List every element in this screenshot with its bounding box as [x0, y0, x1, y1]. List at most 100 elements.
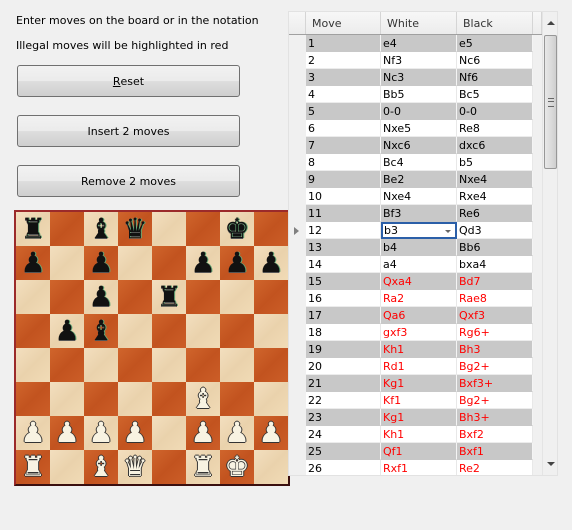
white-pawn-icon[interactable]: ♟	[258, 419, 283, 447]
square-a8[interactable]: ♜	[16, 212, 50, 246]
black-move-cell[interactable]: b5	[457, 154, 533, 171]
white-move-cell[interactable]: Bc4	[381, 154, 457, 171]
move-row[interactable]: 5 0-0 0-0	[289, 103, 542, 120]
row-header[interactable]	[289, 35, 306, 52]
chess-board[interactable]: ♜ ♝ ♛ ♚ ♟ ♟ ♟ ♟ ♟ ♟ ♜ ♟ ♝ ♝ ♟ ♟ ♟ ♟ ♟ ♟ ♟ ♜ ♝ ♛ ♜ ♚	[14, 210, 290, 486]
square-c4[interactable]	[84, 348, 118, 382]
black-move-cell[interactable]: Nc6	[457, 52, 533, 69]
dropdown-arrow-icon[interactable]	[445, 230, 451, 233]
square-a6[interactable]	[16, 280, 50, 314]
insert-moves-button[interactable]: Insert 2 moves	[17, 115, 240, 147]
square-c2[interactable]: ♟	[84, 416, 118, 450]
move-row[interactable]: 21 Kg1 Bxf3+	[289, 375, 542, 392]
square-d6[interactable]	[118, 280, 152, 314]
move-number-cell[interactable]: 24	[306, 426, 381, 443]
black-move-cell[interactable]: dxc6	[457, 137, 533, 154]
white-move-cell[interactable]: Nf3	[381, 52, 457, 69]
square-g7[interactable]: ♟	[220, 246, 254, 280]
black-move-cell[interactable]: Rae8	[457, 290, 533, 307]
scroll-up-arrow-icon[interactable]	[543, 12, 557, 34]
row-header[interactable]	[289, 86, 306, 103]
move-row[interactable]: 20 Rd1 Bg2+	[289, 358, 542, 375]
move-number-cell[interactable]: 1	[306, 35, 381, 52]
black-pawn-icon[interactable]: ♟	[20, 249, 45, 277]
move-row[interactable]: 6 Nxe5 Re8	[289, 120, 542, 137]
move-row[interactable]: 19 Kh1 Bh3	[289, 341, 542, 358]
square-h6[interactable]	[254, 280, 288, 314]
column-header-black[interactable]: Black	[457, 12, 533, 34]
move-number-cell[interactable]: 2	[306, 52, 381, 69]
row-header[interactable]	[289, 154, 306, 171]
row-header[interactable]	[289, 171, 306, 188]
row-header[interactable]	[289, 324, 306, 341]
white-move-cell[interactable]: e4	[381, 35, 457, 52]
move-row[interactable]: 7 Nxc6 dxc6	[289, 137, 542, 154]
black-pawn-icon[interactable]: ♟	[258, 249, 283, 277]
square-f5[interactable]	[186, 314, 220, 348]
square-c3[interactable]	[84, 382, 118, 416]
square-a1[interactable]: ♜	[16, 450, 50, 484]
move-number-cell[interactable]: 18	[306, 324, 381, 341]
black-move-cell[interactable]: Re2	[457, 460, 533, 475]
square-e3[interactable]	[152, 382, 186, 416]
move-row[interactable]: 8 Bc4 b5	[289, 154, 542, 171]
black-pawn-icon[interactable]: ♟	[88, 249, 113, 277]
move-row[interactable]: 18 gxf3 Rg6+	[289, 324, 542, 341]
white-move-cell[interactable]: Qxa4	[381, 273, 457, 290]
black-move-cell[interactable]: bxa4	[457, 256, 533, 273]
white-rook-icon[interactable]: ♜	[20, 453, 45, 481]
square-e6[interactable]: ♜	[152, 280, 186, 314]
square-e1[interactable]	[152, 450, 186, 484]
white-king-icon[interactable]: ♚	[224, 453, 249, 481]
square-b1[interactable]	[50, 450, 84, 484]
black-move-cell[interactable]: Nxe4	[457, 171, 533, 188]
square-e2[interactable]	[152, 416, 186, 450]
black-move-cell[interactable]: Qxf3	[457, 307, 533, 324]
black-move-cell[interactable]: e5	[457, 35, 533, 52]
square-d1[interactable]: ♛	[118, 450, 152, 484]
white-move-cell[interactable]: Rd1	[381, 358, 457, 375]
black-move-cell[interactable]: Re8	[457, 120, 533, 137]
row-header[interactable]	[289, 69, 306, 86]
square-e7[interactable]	[152, 246, 186, 280]
square-f7[interactable]: ♟	[186, 246, 220, 280]
move-number-cell[interactable]: 17	[306, 307, 381, 324]
move-row[interactable]: 1 e4 e5	[289, 35, 542, 52]
black-move-cell[interactable]: Rg6+	[457, 324, 533, 341]
move-row[interactable]: 13 b4 Bb6	[289, 239, 542, 256]
black-king-icon[interactable]: ♚	[224, 215, 249, 243]
white-move-cell[interactable]: Be2	[381, 171, 457, 188]
black-bishop-icon[interactable]: ♝	[88, 317, 113, 345]
square-d3[interactable]	[118, 382, 152, 416]
white-move-cell[interactable]: Ra2	[381, 290, 457, 307]
black-move-cell[interactable]: Bg2+	[457, 392, 533, 409]
square-d4[interactable]	[118, 348, 152, 382]
move-row[interactable]: 24 Kh1 Bxf2	[289, 426, 542, 443]
square-g3[interactable]	[220, 382, 254, 416]
black-move-cell[interactable]: 0-0	[457, 103, 533, 120]
row-header[interactable]	[289, 409, 306, 426]
black-move-cell[interactable]: Bh3	[457, 341, 533, 358]
white-move-cell[interactable]: Qa6	[381, 307, 457, 324]
white-pawn-icon[interactable]: ♟	[190, 419, 215, 447]
square-e5[interactable]	[152, 314, 186, 348]
square-c1[interactable]: ♝	[84, 450, 118, 484]
black-rook-icon[interactable]: ♜	[20, 215, 45, 243]
row-header[interactable]	[289, 222, 306, 239]
white-move-cell[interactable]: Nc3	[381, 69, 457, 86]
square-b4[interactable]	[50, 348, 84, 382]
black-move-cell[interactable]: Bxf3+	[457, 375, 533, 392]
move-number-cell[interactable]: 15	[306, 273, 381, 290]
white-move-cell[interactable]: gxf3	[381, 324, 457, 341]
square-g6[interactable]	[220, 280, 254, 314]
white-bishop-icon[interactable]: ♝	[88, 453, 113, 481]
square-f8[interactable]	[186, 212, 220, 246]
square-c8[interactable]: ♝	[84, 212, 118, 246]
white-move-cell[interactable]: Kg1	[381, 375, 457, 392]
move-row[interactable]: 25 Qf1 Bxf1	[289, 443, 542, 460]
square-g4[interactable]	[220, 348, 254, 382]
row-header[interactable]	[289, 52, 306, 69]
square-d8[interactable]: ♛	[118, 212, 152, 246]
move-row[interactable]: 15 Qxa4 Bd7	[289, 273, 542, 290]
white-pawn-icon[interactable]: ♟	[88, 419, 113, 447]
